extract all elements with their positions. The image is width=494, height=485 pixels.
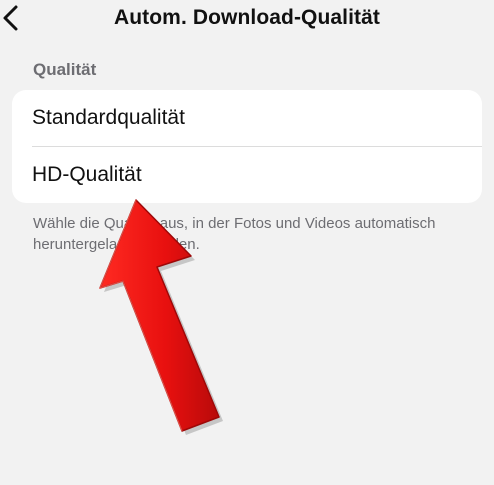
options-list: Standardqualität HD-Qualität xyxy=(12,90,482,203)
footer-description: Wähle die Qualität aus, in der Fotos und… xyxy=(33,215,436,253)
option-hd-quality[interactable]: HD-Qualität xyxy=(12,147,482,203)
page-title: Autom. Download-Qualität xyxy=(113,6,381,29)
navigation-bar: Autom. Download-Qualität xyxy=(0,0,494,40)
option-label: HD-Qualität xyxy=(32,163,142,186)
section-header: Qualität xyxy=(33,60,97,79)
option-label: Standardqualität xyxy=(32,106,185,129)
option-standard-quality[interactable]: Standardqualität xyxy=(12,90,482,146)
